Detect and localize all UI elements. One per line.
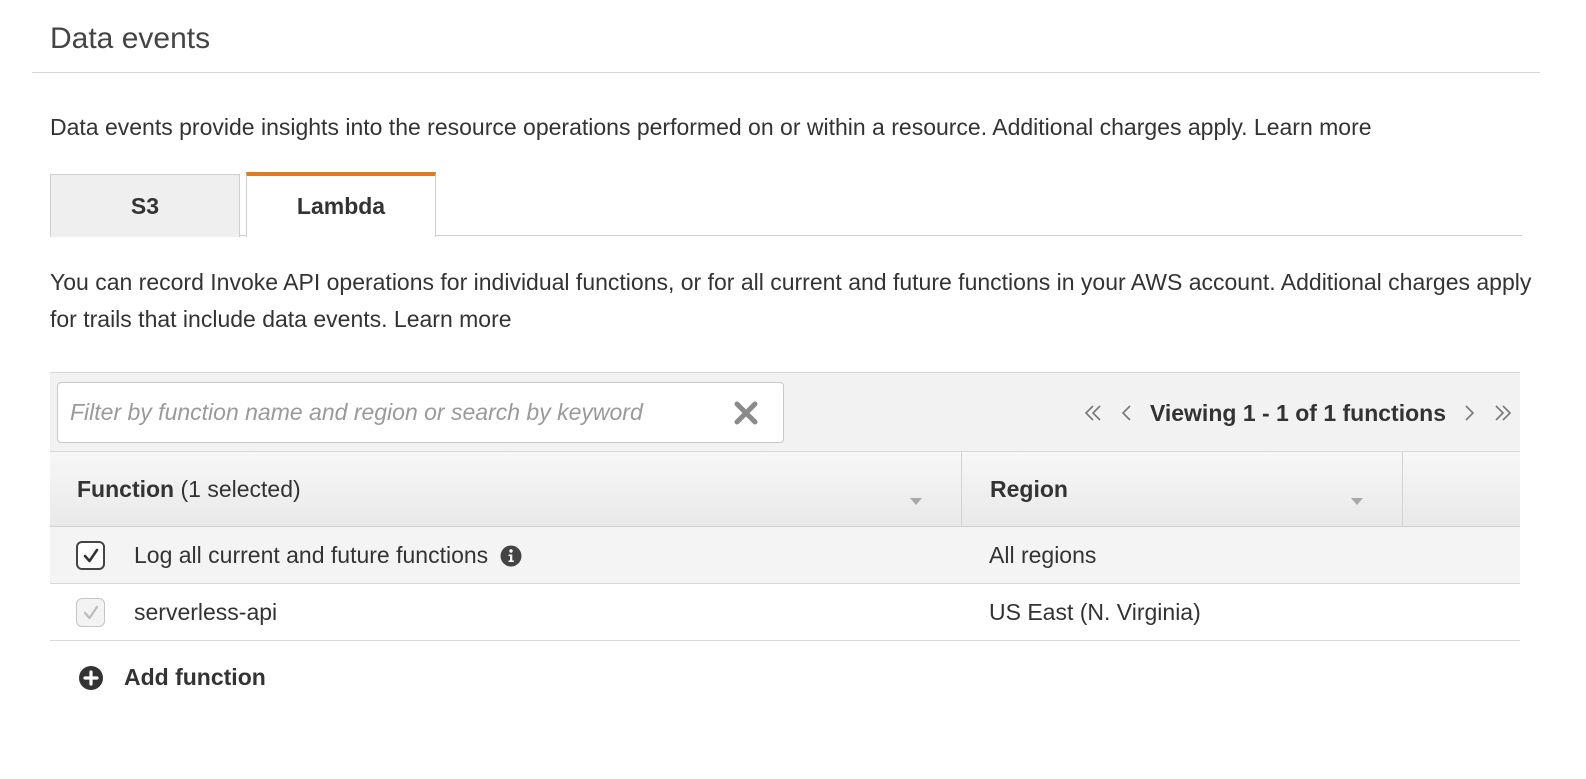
table-row: serverless-api US East (N. Virginia): [50, 584, 1520, 641]
add-circle-icon: [79, 665, 103, 690]
table-row: Log all current and future functions All…: [50, 527, 1520, 584]
section-title: Data events: [50, 22, 211, 55]
function-header-label: Function: [77, 476, 175, 502]
function-name: Log all current and future functions: [134, 542, 489, 568]
region-header-label: Region: [990, 476, 1068, 502]
intro-text: Data events provide insights into the re…: [50, 114, 1248, 140]
function-header-count: (1 selected): [180, 476, 301, 502]
clear-filter-icon[interactable]: [732, 399, 760, 427]
sort-icon[interactable]: [909, 485, 923, 505]
filter-box: [57, 382, 784, 443]
functions-table: Viewing 1 - 1 of 1 functions Function (1…: [50, 372, 1520, 641]
first-page-icon[interactable]: [1076, 393, 1110, 433]
function-cell: Log all current and future functions: [134, 527, 522, 584]
tab-lambda[interactable]: Lambda: [246, 172, 436, 237]
table-header: Function (1 selected) Region: [50, 452, 1520, 527]
region-cell: US East (N. Virginia): [989, 599, 1201, 625]
table-toolbar: Viewing 1 - 1 of 1 functions: [50, 372, 1520, 452]
pager-status: Viewing 1 - 1 of 1 functions: [1149, 399, 1446, 426]
column-header-region[interactable]: Region: [963, 452, 1403, 527]
function-cell: serverless-api: [134, 599, 278, 625]
description-text: You can record Invoke API operations for…: [50, 269, 1532, 332]
checkmark-icon: [83, 605, 98, 619]
add-function-label: Add function: [124, 664, 266, 690]
tab-s3[interactable]: S3: [50, 174, 240, 237]
add-function-button[interactable]: Add function: [78, 664, 266, 691]
region-cell: All regions: [989, 542, 1097, 568]
next-page-icon[interactable]: [1452, 393, 1486, 433]
description-learn-more-link[interactable]: Learn more: [394, 306, 512, 332]
filter-input[interactable]: [58, 383, 718, 442]
data-events-intro: Data events provide insights into the re…: [50, 114, 1372, 141]
intro-learn-more-link[interactable]: Learn more: [1254, 114, 1372, 140]
pagination: Viewing 1 - 1 of 1 functions: [1076, 373, 1520, 453]
info-icon[interactable]: [500, 545, 522, 567]
title-divider: [32, 72, 1540, 73]
sort-icon[interactable]: [1350, 485, 1364, 505]
previous-page-icon[interactable]: [1110, 393, 1144, 433]
checkbox-log-all[interactable]: [76, 541, 105, 570]
tab-bar: S3 Lambda: [50, 172, 1522, 237]
column-header-function[interactable]: Function (1 selected): [50, 452, 962, 527]
checkbox-serverless-api: [76, 598, 105, 627]
checkmark-icon: [83, 548, 98, 562]
lambda-description: You can record Invoke API operations for…: [50, 264, 1540, 338]
last-page-icon[interactable]: [1486, 393, 1520, 433]
